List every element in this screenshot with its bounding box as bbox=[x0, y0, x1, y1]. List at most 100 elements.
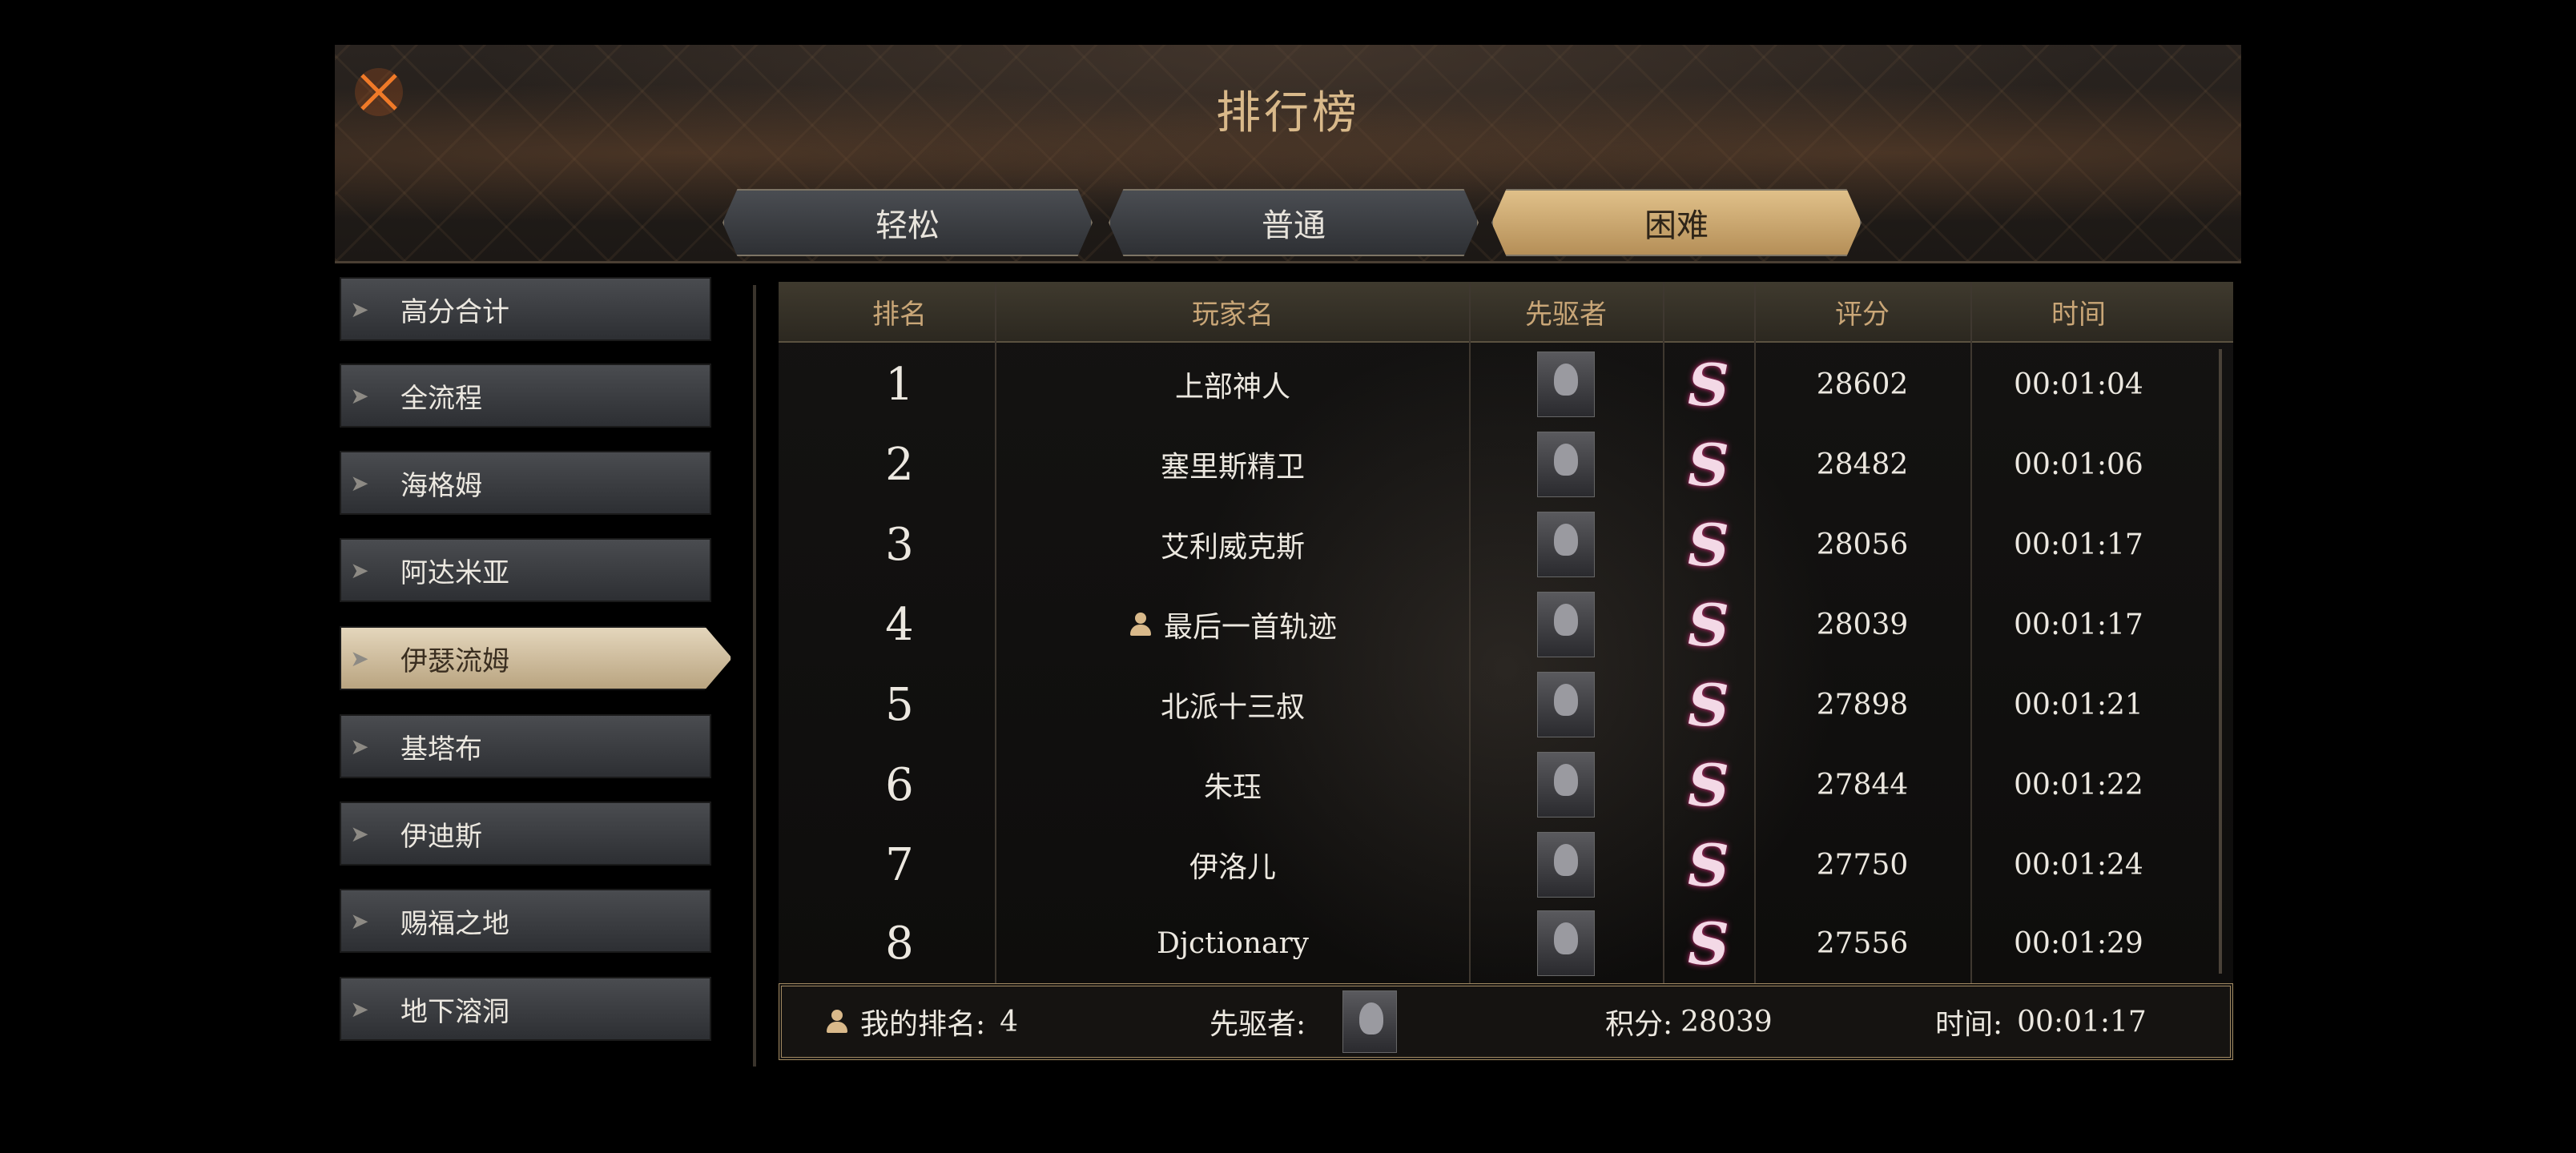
chevron-icon: ➤ bbox=[350, 645, 369, 672]
sidebar-item-label: 伊迪斯 bbox=[400, 820, 482, 853]
sidebar-item-label: 赐福之地 bbox=[400, 907, 509, 940]
player-name: 伊洛儿 bbox=[996, 825, 1469, 905]
time-cell: 00:01:17 bbox=[2014, 608, 2143, 641]
page-title: 排行榜 bbox=[1216, 87, 1360, 139]
table-row[interactable]: 6 朱珏 S 27844 00:01:22 bbox=[779, 745, 2233, 825]
sidebar-divider bbox=[753, 285, 756, 1067]
sidebar-item-stage-4[interactable]: ➤ 阿达米亚 bbox=[340, 538, 711, 602]
pioneer-cell bbox=[1469, 585, 1663, 665]
sidebar-item-label: 高分合计 bbox=[400, 295, 509, 328]
player-name-text: 艾利威克斯 bbox=[1160, 531, 1305, 564]
chevron-icon: ➤ bbox=[350, 382, 369, 409]
player-name-text: Djctionary bbox=[1156, 926, 1310, 960]
score-label: 积分: bbox=[1605, 1008, 1673, 1041]
chevron-icon: ➤ bbox=[350, 733, 369, 760]
sidebar-item-label: 全流程 bbox=[400, 382, 482, 415]
pioneer-cell bbox=[1469, 903, 1663, 983]
header-time: 时间 bbox=[2051, 298, 2106, 331]
my-rank-label: 我的排名: bbox=[860, 1008, 986, 1041]
rank-cell: 7 bbox=[885, 838, 914, 891]
time-cell: 00:01:22 bbox=[2014, 768, 2143, 801]
player-name: 最后一首轨迹 bbox=[996, 585, 1469, 665]
rank-cell: 3 bbox=[885, 518, 914, 571]
sidebar-item-stage-5[interactable]: ➤ 伊瑟流姆 bbox=[340, 626, 732, 690]
header-player: 玩家名 bbox=[1192, 298, 1274, 331]
score-cell: 28482 bbox=[1816, 448, 1909, 481]
sidebar-item-stage-3[interactable]: ➤ 海格姆 bbox=[340, 451, 711, 515]
rank-cell: 1 bbox=[885, 358, 914, 411]
leaderboard-panel: 排行榜 轻松 普通 困难 ➤ 高分合计 ➤ 全流程 ➤ 海格姆 ➤ 阿达米亚 ➤ 伊瑟流姆… bbox=[335, 45, 2241, 1070]
my-time: 时间: 00:01:17 bbox=[1935, 986, 2147, 1057]
pioneer-avatar-icon bbox=[1537, 512, 1595, 577]
pioneer-cell bbox=[1469, 344, 1663, 424]
table-row[interactable]: 5 北派十三叔 S 27898 00:01:21 bbox=[779, 665, 2233, 745]
my-pioneer: 先驱者: bbox=[1210, 986, 1398, 1057]
player-name: 艾利威克斯 bbox=[996, 504, 1469, 585]
header-score: 评分 bbox=[1835, 298, 1890, 331]
table-row[interactable]: 2 塞里斯精卫 S 28482 00:01:06 bbox=[779, 424, 2233, 504]
table-scrollbar[interactable] bbox=[2219, 349, 2222, 974]
tab-label: 轻松 bbox=[875, 207, 940, 244]
grade-badge: S bbox=[1688, 909, 1729, 978]
grade-badge: S bbox=[1688, 830, 1729, 899]
tab-hard[interactable]: 困难 bbox=[1491, 189, 1862, 256]
tab-normal[interactable]: 普通 bbox=[1109, 189, 1479, 256]
sidebar-item-label: 伊瑟流姆 bbox=[400, 645, 509, 677]
grade-badge: S bbox=[1688, 750, 1729, 819]
pioneer-avatar-icon bbox=[1537, 752, 1595, 818]
sidebar-item-stage-6[interactable]: ➤ 基塔布 bbox=[340, 714, 711, 778]
time-cell: 00:01:04 bbox=[2014, 368, 2143, 401]
person-icon bbox=[1129, 613, 1153, 637]
pioneer-avatar-icon bbox=[1537, 832, 1595, 898]
sidebar-item-full-run[interactable]: ➤ 全流程 bbox=[340, 364, 711, 428]
leaderboard-table: 排名 玩家名 先驱者 评分 时间 1 上部神人 S 28602 00:01:04… bbox=[779, 282, 2233, 983]
score-cell: 27750 bbox=[1816, 848, 1909, 882]
player-name-text: 上部神人 bbox=[1174, 371, 1290, 404]
player-name: 朱珏 bbox=[996, 745, 1469, 825]
pioneer-avatar-icon bbox=[1537, 592, 1595, 657]
pioneer-avatar-icon bbox=[1342, 990, 1398, 1053]
player-name: 塞里斯精卫 bbox=[996, 424, 1469, 504]
table-row[interactable]: 4 最后一首轨迹 S 28039 00:01:17 bbox=[779, 585, 2233, 665]
grade-badge: S bbox=[1688, 350, 1729, 419]
score-cell: 27556 bbox=[1816, 926, 1909, 960]
score-cell: 28039 bbox=[1816, 608, 1909, 641]
pioneer-cell bbox=[1469, 424, 1663, 504]
sidebar-item-label: 海格姆 bbox=[400, 469, 482, 502]
pioneer-cell bbox=[1469, 504, 1663, 585]
player-name: 北派十三叔 bbox=[996, 665, 1469, 745]
sidebar-item-stage-8[interactable]: ➤ 赐福之地 bbox=[340, 889, 711, 953]
tab-label: 困难 bbox=[1644, 207, 1709, 244]
sidebar-item-stage-9[interactable]: ➤ 地下溶洞 bbox=[340, 977, 711, 1041]
time-cell: 00:01:17 bbox=[2014, 528, 2143, 561]
table-header: 排名 玩家名 先驱者 评分 时间 bbox=[779, 282, 2233, 343]
grade-badge: S bbox=[1688, 510, 1729, 579]
chevron-icon: ➤ bbox=[350, 556, 369, 584]
time-cell: 00:01:06 bbox=[2014, 448, 2143, 481]
my-rank: 我的排名: 4 bbox=[825, 986, 1018, 1057]
table-row[interactable]: 1 上部神人 S 28602 00:01:04 bbox=[779, 344, 2233, 424]
tab-easy[interactable]: 轻松 bbox=[722, 189, 1093, 256]
score-cell: 27898 bbox=[1816, 688, 1909, 721]
sidebar-item-stage-7[interactable]: ➤ 伊迪斯 bbox=[340, 801, 711, 866]
sidebar-item-total[interactable]: ➤ 高分合计 bbox=[340, 277, 711, 341]
pioneer-avatar-icon bbox=[1537, 352, 1595, 417]
my-rank-value: 4 bbox=[1000, 1005, 1019, 1039]
chevron-icon: ➤ bbox=[350, 469, 369, 496]
table-row[interactable]: 8 Djctionary S 27556 00:01:29 bbox=[779, 903, 2233, 983]
player-name-text: 最后一首轨迹 bbox=[1163, 611, 1337, 644]
player-name-text: 朱珏 bbox=[1203, 771, 1262, 804]
time-cell: 00:01:21 bbox=[2014, 688, 2143, 721]
rank-cell: 4 bbox=[885, 598, 914, 651]
player-name-text: 塞里斯精卫 bbox=[1160, 451, 1305, 484]
sidebar-item-label: 地下溶洞 bbox=[400, 995, 509, 1028]
score-cell: 28602 bbox=[1816, 368, 1909, 401]
pioneer-cell bbox=[1469, 745, 1663, 825]
pioneer-cell bbox=[1469, 825, 1663, 905]
chevron-icon: ➤ bbox=[350, 995, 369, 1022]
table-row[interactable]: 7 伊洛儿 S 27750 00:01:24 bbox=[779, 825, 2233, 905]
tab-label: 普通 bbox=[1262, 207, 1326, 244]
table-row[interactable]: 3 艾利威克斯 S 28056 00:01:17 bbox=[779, 504, 2233, 585]
player-name: 上部神人 bbox=[996, 344, 1469, 424]
header-banner: 排行榜 轻松 普通 困难 bbox=[335, 45, 2241, 263]
